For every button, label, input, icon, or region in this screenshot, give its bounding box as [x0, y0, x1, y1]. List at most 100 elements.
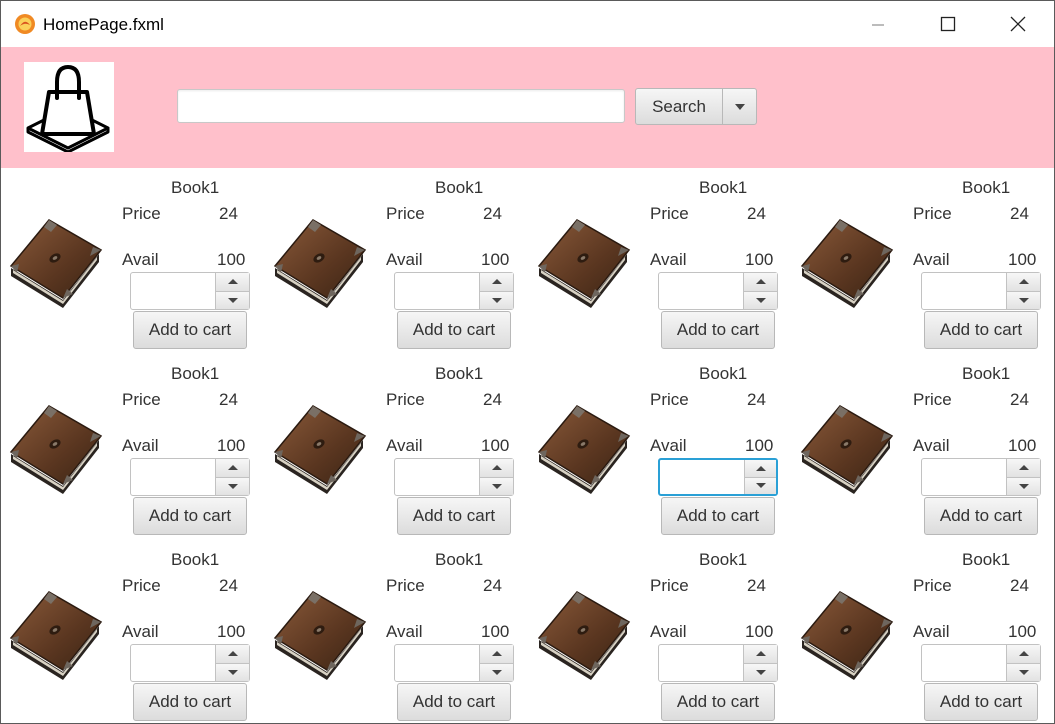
add-to-cart-button[interactable]: Add to cart	[133, 683, 247, 721]
price-label: Price	[650, 390, 689, 409]
quantity-stepper[interactable]	[658, 458, 778, 496]
increment-button[interactable]	[744, 273, 777, 292]
decrement-button[interactable]	[1007, 663, 1040, 681]
add-to-cart-button[interactable]: Add to cart	[397, 497, 511, 535]
search-dropdown-button[interactable]	[723, 89, 756, 124]
quantity-stepper[interactable]	[394, 644, 514, 682]
quantity-input[interactable]	[922, 273, 1006, 309]
add-to-cart-button[interactable]: Add to cart	[133, 311, 247, 349]
avail-value: 100	[1008, 622, 1037, 641]
quantity-input[interactable]	[922, 645, 1006, 681]
price-label: Price	[122, 204, 161, 223]
increment-button[interactable]	[480, 459, 513, 478]
increment-button[interactable]	[745, 460, 776, 478]
close-button[interactable]	[995, 1, 1041, 47]
price-label: Price	[913, 390, 952, 409]
search-button[interactable]: Search	[636, 89, 723, 124]
add-to-cart-button[interactable]: Add to cart	[397, 683, 511, 721]
price-value: 24	[483, 390, 502, 409]
quantity-input[interactable]	[659, 645, 743, 681]
minimize-button[interactable]	[855, 1, 901, 47]
title-bar[interactable]: HomePage.fxml	[1, 1, 1054, 47]
increment-button[interactable]	[1007, 273, 1040, 292]
avail-label: Avail	[913, 622, 950, 641]
quantity-input[interactable]	[395, 273, 479, 309]
quantity-input[interactable]	[131, 645, 215, 681]
quantity-stepper[interactable]	[658, 644, 778, 682]
decrement-button[interactable]	[1007, 291, 1040, 309]
stepper-buttons	[743, 645, 777, 681]
decrement-button[interactable]	[745, 477, 776, 494]
add-to-cart-button[interactable]: Add to cart	[661, 683, 775, 721]
add-to-cart-button[interactable]: Add to cart	[924, 311, 1038, 349]
add-to-cart-button[interactable]: Add to cart	[661, 311, 775, 349]
book-icon	[535, 402, 631, 498]
quantity-input[interactable]	[395, 459, 479, 495]
book-icon	[7, 588, 103, 684]
triangle-up-icon	[227, 465, 238, 471]
stepper-buttons	[1006, 459, 1040, 495]
avail-label: Avail	[122, 250, 159, 269]
quantity-stepper[interactable]	[921, 272, 1041, 310]
quantity-input[interactable]	[922, 459, 1006, 495]
decrement-button[interactable]	[744, 663, 777, 681]
decrement-button[interactable]	[216, 477, 249, 495]
triangle-up-icon	[755, 465, 766, 471]
increment-button[interactable]	[1007, 459, 1040, 478]
search-split-button[interactable]: Search	[635, 88, 757, 125]
quantity-stepper[interactable]	[658, 272, 778, 310]
maximize-button[interactable]	[925, 1, 971, 47]
increment-button[interactable]	[216, 273, 249, 292]
product-card: Book1 Price 24 Avail 100 Add to cart	[1, 540, 263, 723]
quantity-stepper[interactable]	[394, 458, 514, 496]
add-to-cart-button[interactable]: Add to cart	[133, 497, 247, 535]
quantity-input[interactable]	[659, 273, 743, 309]
product-card: Book1 Price 24 Avail 100 Add to cart	[1, 354, 263, 540]
quantity-input[interactable]	[131, 459, 215, 495]
triangle-down-icon	[1018, 297, 1029, 303]
decrement-button[interactable]	[480, 477, 513, 495]
quantity-input[interactable]	[131, 273, 215, 309]
avail-value: 100	[745, 250, 774, 269]
avail-label: Avail	[122, 436, 159, 455]
quantity-stepper[interactable]	[130, 644, 250, 682]
product-card: Book1 Price 24 Avail 100 Add to cart	[529, 168, 791, 354]
minimize-icon	[872, 24, 884, 26]
avail-label: Avail	[650, 436, 687, 455]
avail-value: 100	[217, 436, 246, 455]
quantity-input[interactable]	[660, 460, 744, 494]
increment-button[interactable]	[216, 459, 249, 478]
decrement-button[interactable]	[480, 291, 513, 309]
product-card: Book1 Price 24 Avail 100 Add to cart	[792, 168, 1054, 354]
add-to-cart-button[interactable]: Add to cart	[924, 683, 1038, 721]
search-input[interactable]	[177, 89, 625, 123]
increment-button[interactable]	[480, 645, 513, 664]
triangle-down-icon	[1018, 483, 1029, 489]
increment-button[interactable]	[216, 645, 249, 664]
quantity-stepper[interactable]	[921, 644, 1041, 682]
decrement-button[interactable]	[480, 663, 513, 681]
book-name: Book1	[962, 178, 1011, 197]
price-value: 24	[219, 204, 238, 223]
add-to-cart-button[interactable]: Add to cart	[397, 311, 511, 349]
decrement-button[interactable]	[216, 291, 249, 309]
book-icon	[271, 216, 367, 312]
quantity-stepper[interactable]	[130, 272, 250, 310]
increment-button[interactable]	[1007, 645, 1040, 664]
decrement-button[interactable]	[744, 291, 777, 309]
increment-button[interactable]	[744, 645, 777, 664]
quantity-stepper[interactable]	[394, 272, 514, 310]
triangle-down-icon	[227, 483, 238, 489]
increment-button[interactable]	[480, 273, 513, 292]
add-to-cart-button[interactable]: Add to cart	[661, 497, 775, 535]
price-label: Price	[386, 576, 425, 595]
quantity-stepper[interactable]	[130, 458, 250, 496]
quantity-stepper[interactable]	[921, 458, 1041, 496]
header-bar: Search	[1, 47, 1054, 168]
avail-value: 100	[217, 250, 246, 269]
decrement-button[interactable]	[1007, 477, 1040, 495]
decrement-button[interactable]	[216, 663, 249, 681]
triangle-up-icon	[1018, 279, 1029, 285]
add-to-cart-button[interactable]: Add to cart	[924, 497, 1038, 535]
quantity-input[interactable]	[395, 645, 479, 681]
